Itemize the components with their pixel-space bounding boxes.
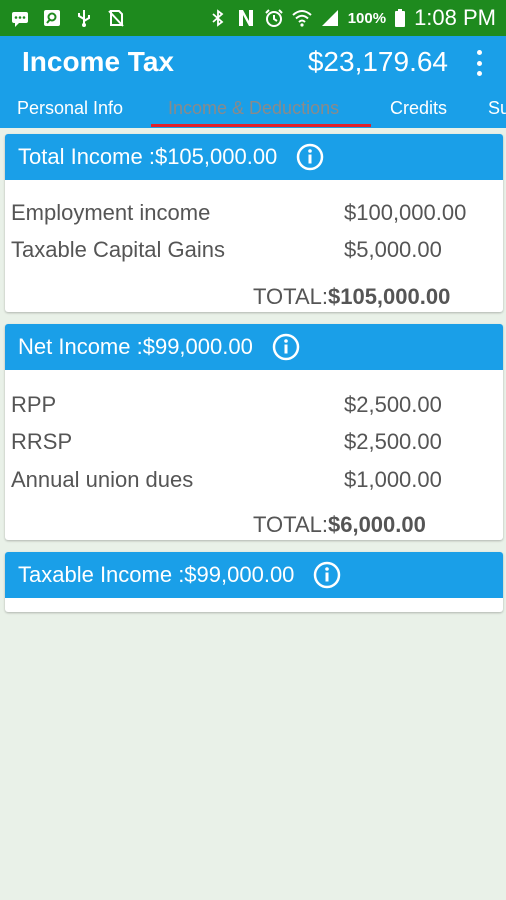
row-amount: $100,000.00 xyxy=(344,200,467,225)
list-item: RPP $2,500.00 xyxy=(11,392,503,428)
tab-income-deductions[interactable]: Income & Deductions xyxy=(168,94,339,128)
total-label: TOTAL: xyxy=(253,512,328,537)
row-amount: $2,500.00 xyxy=(344,392,442,417)
battery-icon xyxy=(394,8,406,28)
info-icon[interactable] xyxy=(271,332,301,362)
row-label: Taxable Capital Gains xyxy=(11,237,226,262)
app-title: Income Tax xyxy=(22,46,174,77)
card-header: Taxable Income :$99,000.00 xyxy=(5,552,503,598)
message-icon xyxy=(10,8,30,28)
taxable-income-title: Taxable Income :$99,000.00 xyxy=(18,562,295,587)
card-header: Total Income :$105,000.00 xyxy=(5,134,503,180)
card-header: Net Income :$99,000.00 xyxy=(5,324,503,370)
alarm-icon xyxy=(264,8,284,28)
taxable-income-card: Taxable Income :$99,000.00 xyxy=(5,552,503,612)
info-icon[interactable] xyxy=(295,142,325,172)
total-income-card: Total Income :$105,000.00 Employment inc… xyxy=(5,134,503,312)
total-income-title: Total Income :$105,000.00 xyxy=(18,144,278,169)
no-sim-icon xyxy=(106,8,126,28)
app-bar: Income Tax $23,179.64 Personal Info Inco… xyxy=(0,36,506,128)
tab-summary[interactable]: Su xyxy=(488,94,506,128)
overflow-menu-icon[interactable] xyxy=(474,50,484,76)
info-icon[interactable] xyxy=(312,560,342,590)
tab-personal-info[interactable]: Personal Info xyxy=(17,94,123,128)
tax-balance: $23,179.64 xyxy=(307,46,448,77)
usb-icon xyxy=(74,8,94,28)
nfc-icon xyxy=(236,8,256,28)
total-value: $6,000.00 xyxy=(327,512,426,537)
clock: 1:08 PM xyxy=(414,5,496,30)
list-item: Annual union dues $1,000.00 xyxy=(11,467,503,503)
row-label: Employment income xyxy=(11,200,211,225)
row-amount: $1,000.00 xyxy=(344,467,442,492)
net-income-title: Net Income :$99,000.00 xyxy=(18,334,253,359)
row-amount: $5,000.00 xyxy=(344,237,442,262)
wifi-icon xyxy=(292,8,312,28)
row-label: RPP xyxy=(11,392,57,417)
list-item: Taxable Capital Gains $5,000.00 xyxy=(11,237,503,273)
total-row: TOTAL:$105,000.00 xyxy=(253,284,450,310)
tab-bar: Personal Info Income & Deductions Credit… xyxy=(0,94,506,128)
signal-icon xyxy=(320,8,340,28)
active-tab-indicator xyxy=(151,124,371,127)
row-label: Annual union dues xyxy=(11,467,194,492)
row-label: RRSP xyxy=(11,429,73,454)
tab-credits[interactable]: Credits xyxy=(390,94,447,128)
list-item: RRSP $2,500.00 xyxy=(11,429,503,465)
battery-percentage: 100% xyxy=(347,9,387,27)
status-bar: 100% 1:08 PM xyxy=(0,0,506,36)
search-app-icon xyxy=(42,8,62,28)
net-income-card: Net Income :$99,000.00 RPP $2,500.00 RRS… xyxy=(5,324,503,540)
total-label: TOTAL: xyxy=(253,284,328,309)
bluetooth-icon xyxy=(208,8,228,28)
list-item: Employment income $100,000.00 xyxy=(11,200,503,236)
total-row: TOTAL:$6,000.00 xyxy=(253,512,426,538)
row-amount: $2,500.00 xyxy=(344,429,442,454)
total-value: $105,000.00 xyxy=(327,284,451,309)
